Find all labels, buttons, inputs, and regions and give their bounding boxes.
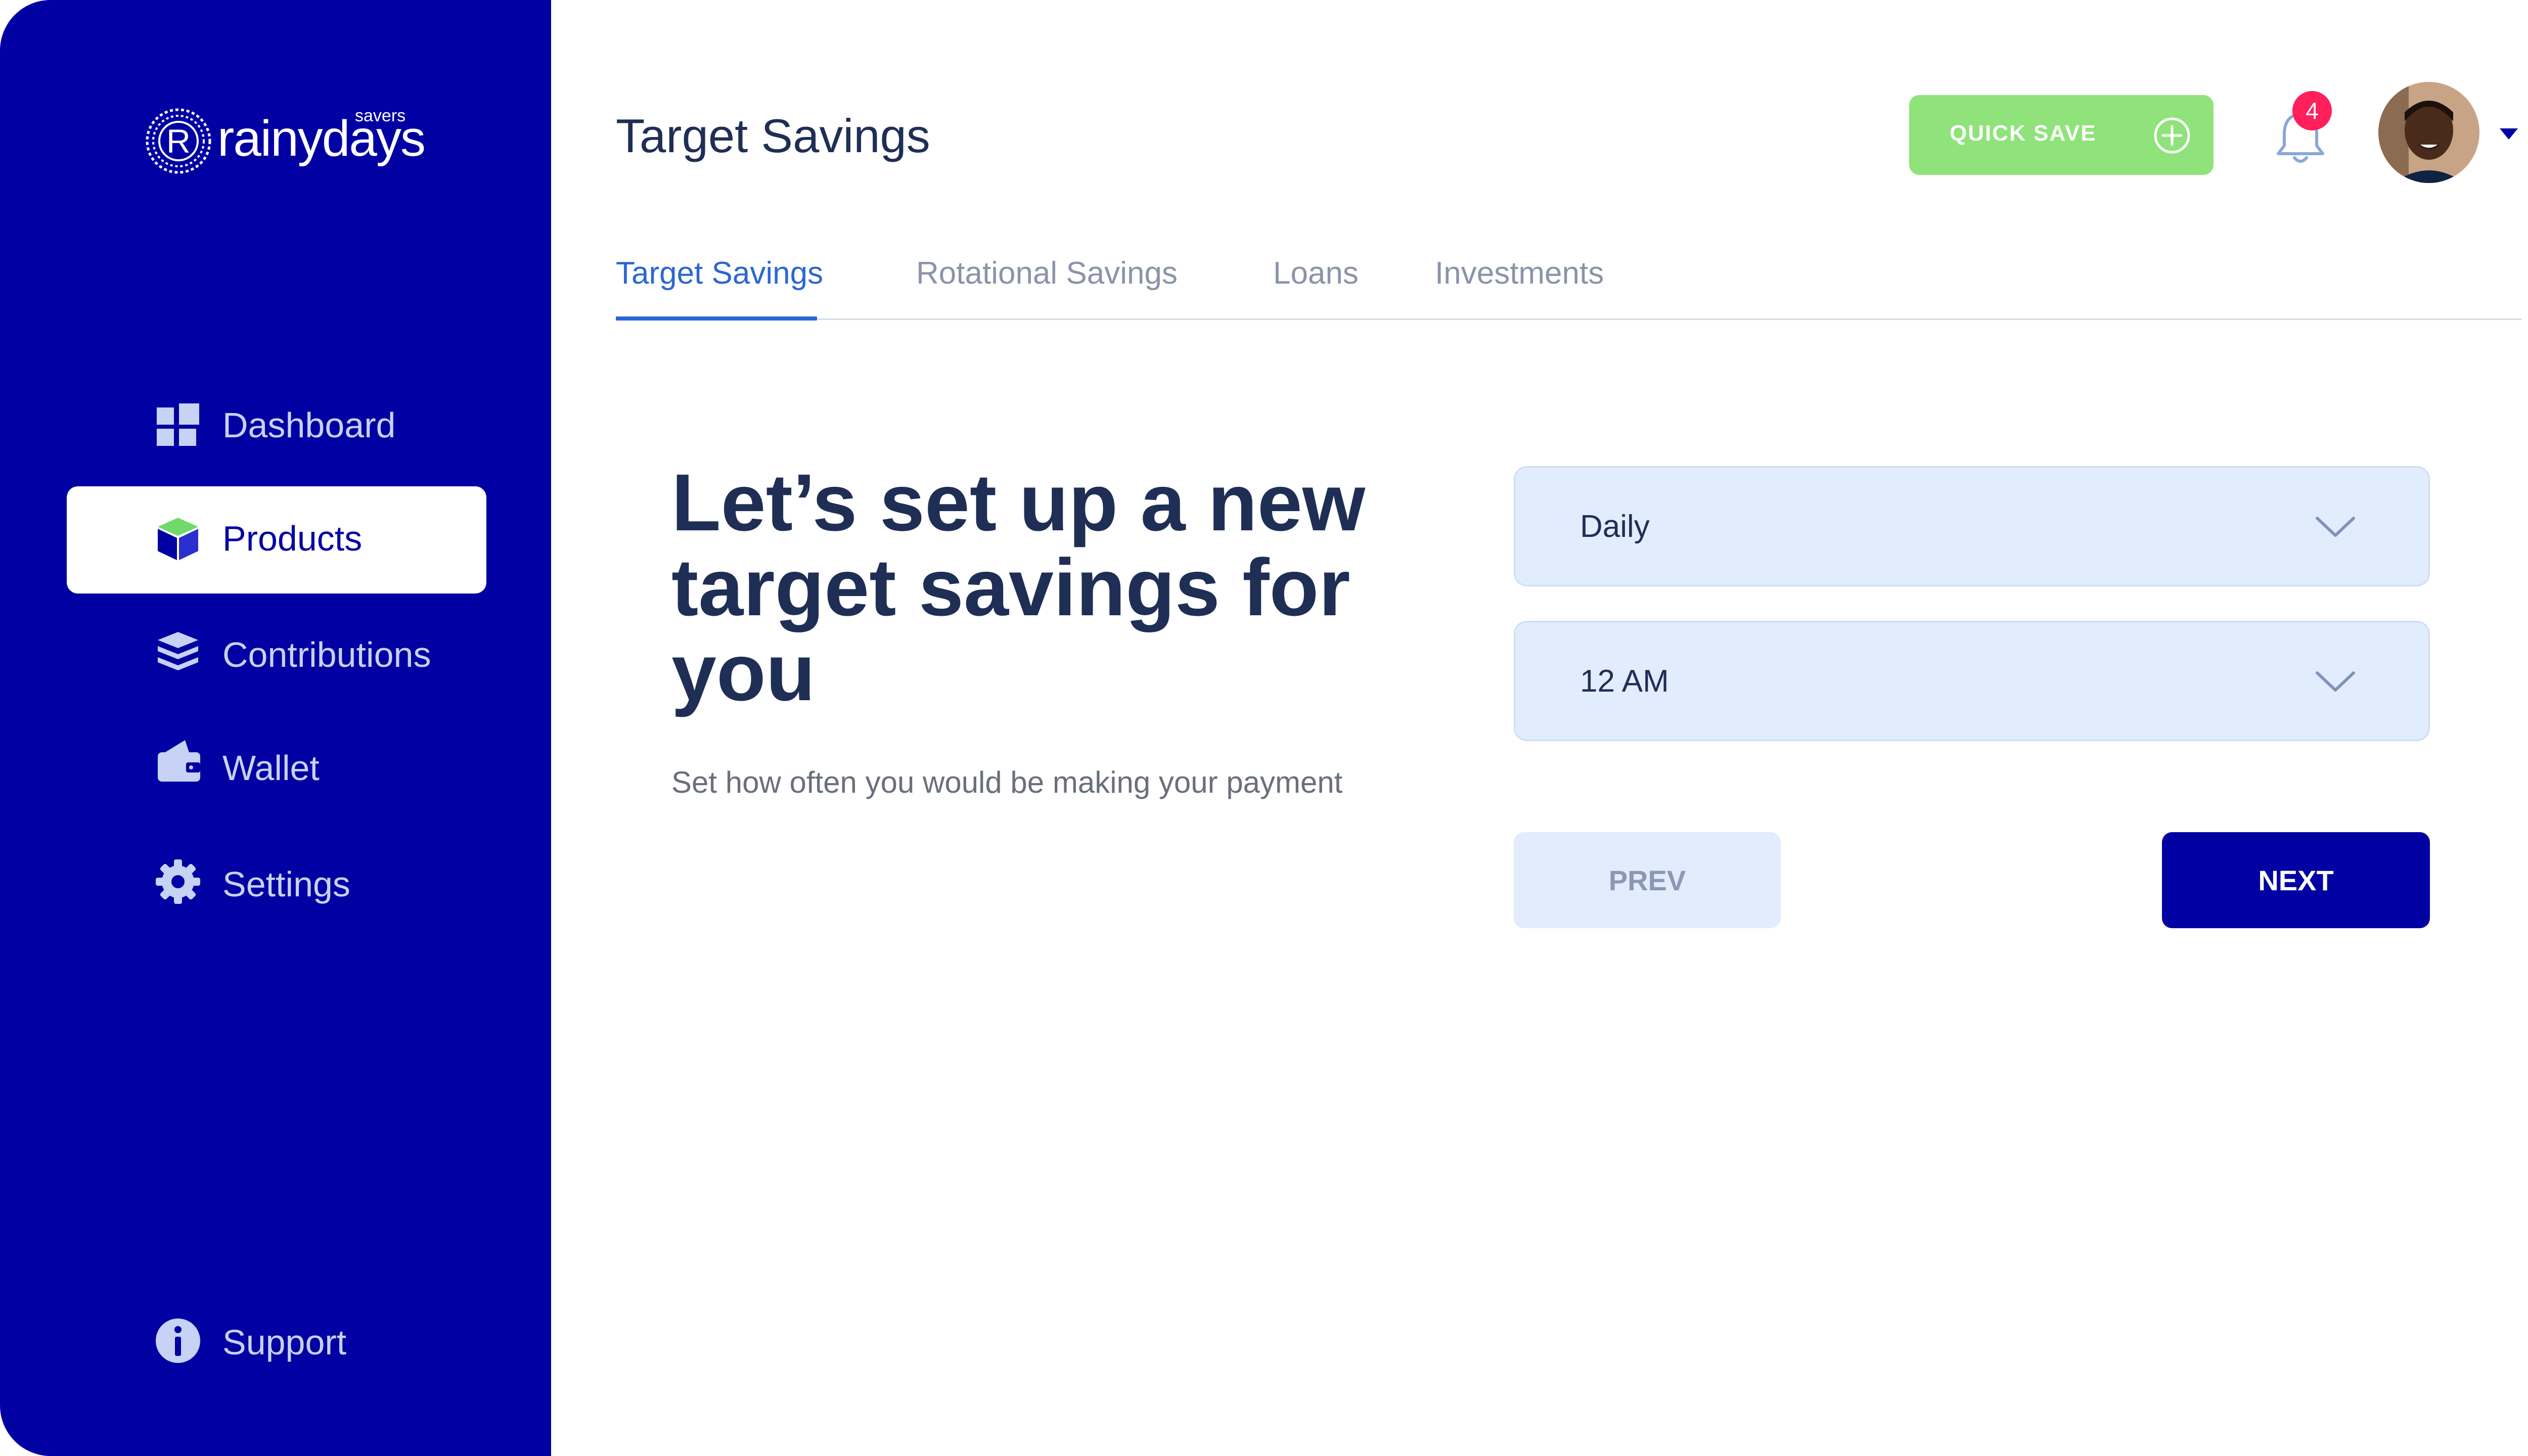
frequency-select[interactable]: Daily: [1514, 466, 2430, 586]
tab-investments[interactable]: Investments: [1435, 258, 1604, 289]
brand-logo[interactable]: R rainydays savers: [144, 106, 426, 182]
sidebar: R rainydays savers Dashboard Products Co…: [0, 0, 551, 1456]
quick-save-button[interactable]: QUICK SAVE: [1909, 95, 2214, 175]
tab-rotational-savings[interactable]: Rotational Savings: [916, 258, 1178, 289]
wallet-icon: [158, 740, 200, 782]
tab-target-savings[interactable]: Target Savings: [616, 258, 823, 289]
page-title: Target Savings: [616, 109, 930, 162]
time-select[interactable]: 12 AM: [1514, 621, 2430, 741]
sidebar-support[interactable]: Support: [67, 1288, 486, 1395]
account-dropdown-caret-icon[interactable]: [2498, 126, 2520, 142]
chevron-down-icon: [2316, 671, 2355, 692]
sidebar-item-label: Wallet: [222, 748, 320, 788]
sidebar-item-label: Products: [222, 519, 363, 558]
tab-loans[interactable]: Loans: [1273, 258, 1359, 289]
info-icon: [156, 1318, 200, 1363]
sidebar-item-label: Settings: [222, 864, 350, 904]
sidebar-item-dashboard[interactable]: Dashboard: [67, 372, 486, 479]
sidebar-item-label: Support: [222, 1323, 347, 1362]
box-icon: [158, 518, 198, 560]
sidebar-item-products[interactable]: Products: [67, 486, 486, 594]
brand-superscript: savers: [355, 106, 406, 125]
plus-circle-icon: [2154, 117, 2190, 154]
sidebar-item-label: Contributions: [222, 635, 431, 674]
quick-save-label: QUICK SAVE: [1950, 121, 2097, 146]
setup-headline: Let’s set up a new target savings for yo…: [671, 457, 1366, 717]
user-avatar[interactable]: [2378, 82, 2479, 183]
chevron-down-icon: [2316, 517, 2355, 537]
prev-button[interactable]: PREV: [1514, 832, 1781, 928]
logo-mark-icon: R: [146, 108, 211, 174]
setup-subtext: Set how often you would be making your p…: [671, 765, 1343, 799]
time-select-value: 12 AM: [1580, 664, 1669, 699]
sidebar-item-contributions[interactable]: Contributions: [67, 601, 486, 708]
sidebar-item-wallet[interactable]: Wallet: [67, 715, 486, 822]
notification-badge: 4: [2292, 91, 2332, 130]
dashboard-grid-icon: [157, 403, 199, 446]
user-photo: [2378, 82, 2479, 183]
stacked-layers-icon: [158, 632, 198, 670]
svg-text:R: R: [166, 122, 191, 160]
active-tab-indicator: [616, 316, 817, 321]
sidebar-item-settings[interactable]: Settings: [67, 832, 486, 939]
next-button[interactable]: NEXT: [2162, 832, 2430, 928]
tab-divider: [616, 318, 2522, 320]
gear-icon: [156, 859, 200, 904]
frequency-select-value: Daily: [1580, 509, 1650, 544]
sidebar-item-label: Dashboard: [222, 405, 396, 445]
